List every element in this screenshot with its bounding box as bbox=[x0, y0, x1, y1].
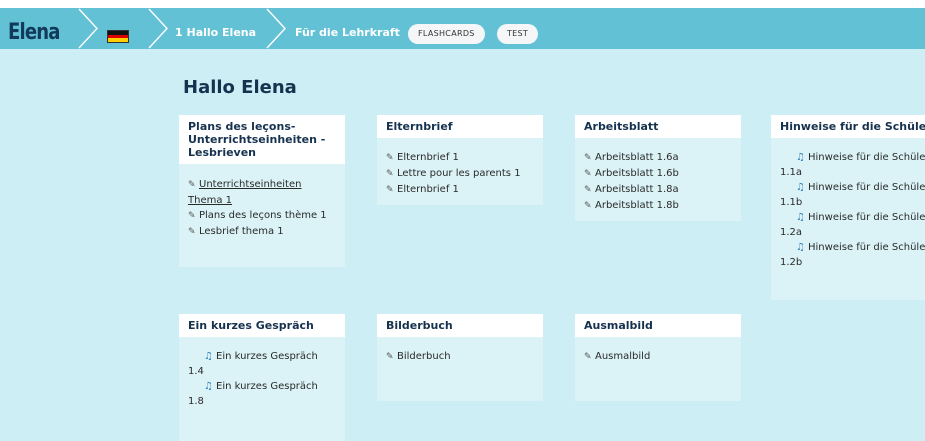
brand-logo[interactable]: Elena bbox=[8, 20, 60, 45]
music-note-icon: ♫ bbox=[204, 381, 213, 392]
card-lesson-plans: Plans des leçons-Unterrichtseinheiten - … bbox=[179, 115, 345, 267]
music-note-icon: ♫ bbox=[796, 242, 805, 253]
card-title: Elternbrief bbox=[377, 115, 543, 138]
top-strip bbox=[0, 0, 925, 8]
card-title: Plans des leçons-Unterrichtseinheiten - … bbox=[179, 115, 345, 164]
list-item-link[interactable]: ♫ Hinweise für die Schüler 1.2b bbox=[780, 240, 925, 270]
card-title: Hinweise für die Schüler bbox=[771, 115, 925, 138]
list-item-link[interactable]: ✎ Ausmalbild bbox=[584, 349, 732, 365]
test-button[interactable]: TEST bbox=[497, 24, 539, 44]
pencil-icon: ✎ bbox=[584, 352, 592, 362]
card-arbeitsblatt: Arbeitsblatt ✎ Arbeitsblatt 1.6a ✎ Arbeits… bbox=[575, 115, 741, 221]
list-item-link[interactable]: ✎ Arbeitsblatt 1.8b bbox=[584, 198, 732, 214]
list-item-link[interactable]: ✎ Elternbrief 1 bbox=[386, 182, 534, 198]
music-note-icon: ♫ bbox=[796, 212, 805, 223]
card-ausmalbild: Ausmalbild ✎ Ausmalbild bbox=[575, 314, 741, 401]
list-item-link[interactable]: ✎ Elternbrief 1 bbox=[386, 150, 534, 166]
pencil-icon: ✎ bbox=[188, 227, 196, 237]
pencil-icon: ✎ bbox=[584, 201, 592, 211]
list-item-link[interactable]: ✎ Arbeitsblatt 1.6b bbox=[584, 166, 732, 182]
pencil-icon: ✎ bbox=[584, 185, 592, 195]
list-item-link[interactable]: ♫ Hinweise für die Schüler 1.1b bbox=[780, 180, 925, 210]
music-note-icon: ♫ bbox=[796, 182, 805, 193]
list-item-link[interactable]: ✎ Bilderbuch bbox=[386, 349, 534, 365]
breadcrumb-hallo-elena[interactable]: 1 Hallo Elena bbox=[175, 26, 256, 39]
pencil-icon: ✎ bbox=[584, 153, 592, 163]
card-title: Ein kurzes Gespräch bbox=[179, 314, 345, 337]
list-item-link[interactable]: ♫ Ein kurzes Gespräch 1.8 bbox=[188, 379, 336, 409]
pencil-icon: ✎ bbox=[386, 352, 394, 362]
card-title: Bilderbuch bbox=[377, 314, 543, 337]
list-item-link[interactable]: ♫ Hinweise für die Schüler 1.1a bbox=[780, 150, 925, 180]
music-note-icon: ♫ bbox=[204, 351, 213, 362]
breadcrumb-chevron-icon bbox=[266, 8, 286, 49]
pencil-icon: ✎ bbox=[188, 180, 196, 190]
breadcrumb-chevron-icon bbox=[148, 8, 168, 49]
list-item-link[interactable]: ✎ Lesbrief thema 1 bbox=[188, 224, 336, 240]
list-item-link[interactable]: ✎ Lettre pour les parents 1 bbox=[386, 166, 534, 182]
list-item-link[interactable]: ✎ Arbeitsblatt 1.6a bbox=[584, 150, 732, 166]
breadcrumb-chevron-icon bbox=[78, 8, 98, 49]
pencil-icon: ✎ bbox=[386, 153, 394, 163]
page-title: Hallo Elena bbox=[183, 77, 297, 98]
list-item-link[interactable]: ✎ Plans des leçons thème 1 bbox=[188, 208, 336, 224]
card-bilderbuch: Bilderbuch ✎ Bilderbuch bbox=[377, 314, 543, 401]
list-item-link[interactable]: ✎ Unterrichtseinheiten Thema 1 bbox=[188, 177, 336, 208]
list-item-link[interactable]: ♫ Ein kurzes Gespräch 1.4 bbox=[188, 349, 336, 379]
card-title: Arbeitsblatt bbox=[575, 115, 741, 138]
list-item-link[interactable]: ✎ Arbeitsblatt 1.8a bbox=[584, 182, 732, 198]
german-flag-icon[interactable] bbox=[107, 30, 129, 43]
card-title: Ausmalbild bbox=[575, 314, 741, 337]
list-item-link[interactable]: ♫ Hinweise für die Schüler 1.2a bbox=[780, 210, 925, 240]
music-note-icon: ♫ bbox=[796, 152, 805, 163]
top-navigation-bar: Elena 1 Hallo Elena Für die Lehrkraft FL… bbox=[0, 8, 925, 49]
card-elternbrief: Elternbrief ✎ Elternbrief 1 ✎ Lettre pour … bbox=[377, 115, 543, 205]
pencil-icon: ✎ bbox=[386, 169, 394, 179]
pencil-icon: ✎ bbox=[584, 169, 592, 179]
flashcards-button[interactable]: FLASHCARDS bbox=[408, 24, 485, 44]
pencil-icon: ✎ bbox=[386, 185, 394, 195]
card-ein-kurzes-gespraech: Ein kurzes Gespräch ♫ Ein kurzes Gespräch… bbox=[179, 314, 345, 441]
breadcrumb-fuer-die-lehrkraft[interactable]: Für die Lehrkraft bbox=[295, 26, 400, 39]
pencil-icon: ✎ bbox=[188, 211, 196, 221]
card-hinweise: Hinweise für die Schüler ♫ Hinweise für d… bbox=[771, 115, 925, 300]
